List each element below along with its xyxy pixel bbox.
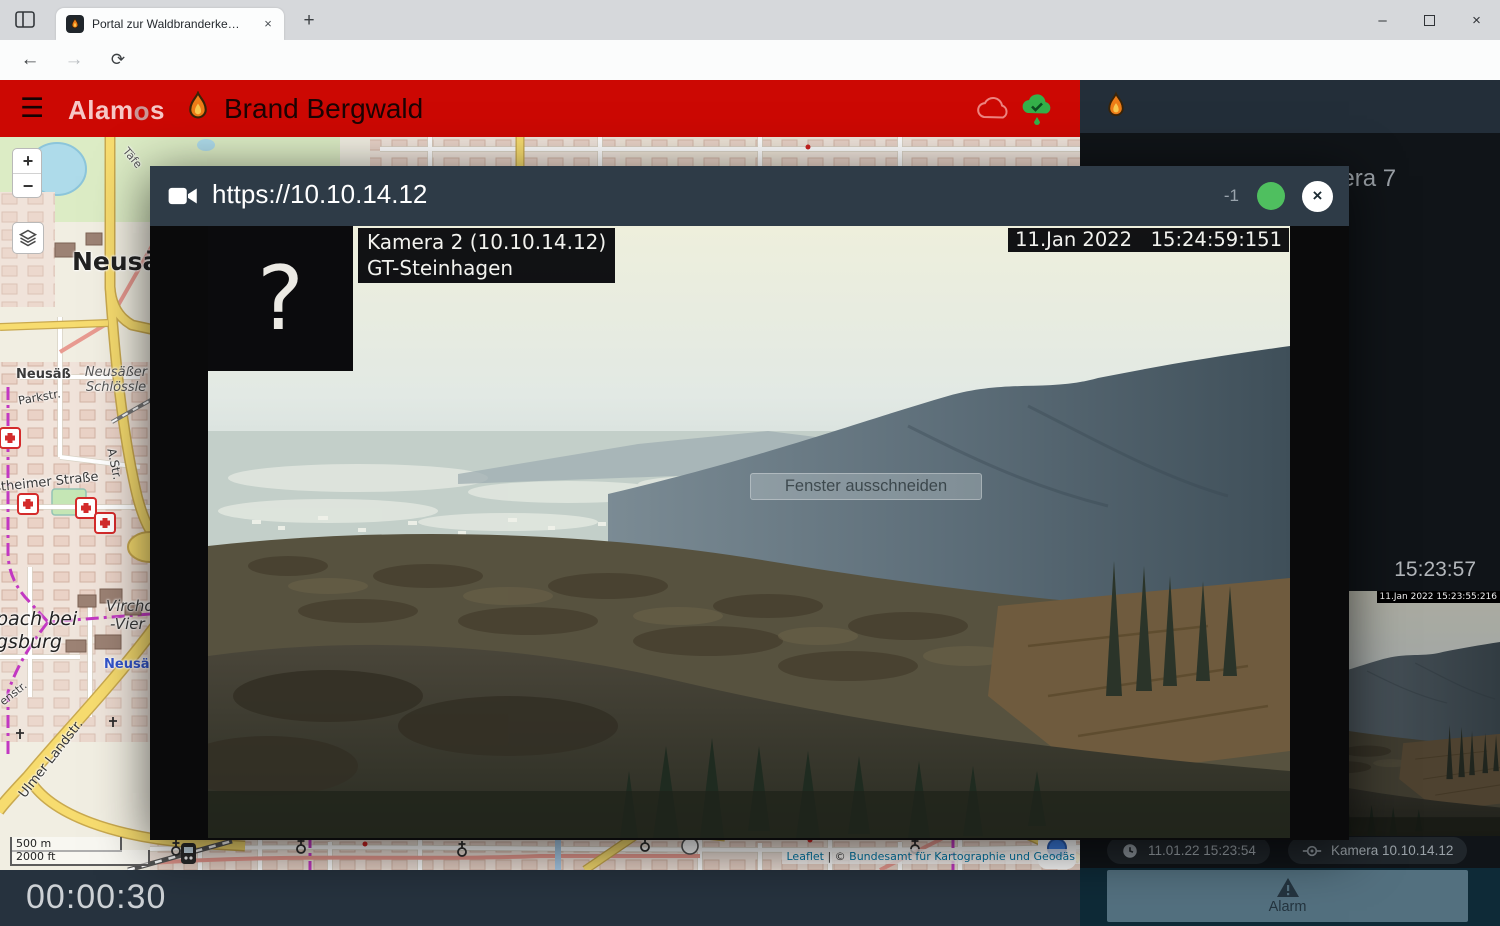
- attribution-link[interactable]: Bundesamt für Kartographie und Geodäs: [849, 850, 1075, 863]
- videocam-icon: [168, 184, 198, 208]
- minimize-button[interactable]: –: [1359, 0, 1406, 40]
- status-bar: 00:00:30: [0, 870, 1080, 926]
- window-close-button[interactable]: ×: [1453, 0, 1500, 40]
- alarm-button-label: Alarm: [1269, 899, 1307, 915]
- alamos-logo: Alamos: [68, 95, 165, 126]
- browser-tab[interactable]: Portal zur Waldbranderkennung ×: [56, 8, 284, 40]
- clock-icon: [1121, 842, 1139, 860]
- camera-overlay-line1: Kamera 2 (10.10.14.12): [367, 229, 606, 255]
- layers-icon: [18, 228, 38, 248]
- alarm-button[interactable]: Alarm: [1107, 870, 1468, 922]
- tab-title: Portal zur Waldbranderkennung: [92, 17, 244, 31]
- meta-camera: Kamera 10.10.14.12: [1331, 843, 1453, 858]
- camera-stream-modal: https://10.10.14.12 -1 × ? Kamera 2 (10.…: [150, 166, 1349, 840]
- meta-camera-pill: Kamera 10.10.14.12: [1288, 837, 1467, 864]
- page-title: Brand Bergwald: [224, 93, 423, 125]
- stream-placeholder: ?: [208, 226, 353, 371]
- question-mark-glyph: ?: [257, 247, 304, 350]
- zoom-in-button[interactable]: +: [13, 149, 42, 173]
- meta-time-pill: 11.01.22 15:23:54: [1107, 837, 1270, 864]
- app-header: ☰ Alamos Brand Bergwald: [0, 80, 1080, 137]
- map-zoom-control: + −: [12, 148, 42, 198]
- countdown-timer: 00:00:30: [26, 878, 166, 917]
- logo-o-glyph: o: [134, 96, 150, 127]
- map-attribution: Leaflet | © Bundesamt für Kartographie u…: [782, 849, 1081, 864]
- modal-header: https://10.10.14.12 -1 ×: [150, 166, 1349, 226]
- camera-stream[interactable]: ? Kamera 2 (10.10.14.12) GT-Steinhagen 1…: [208, 226, 1290, 838]
- window-controls: – ×: [1359, 0, 1500, 40]
- alarm-section: Alarm: [1080, 868, 1500, 926]
- map-scale-control: 500 m 2000 ft: [10, 837, 150, 866]
- zoom-out-button[interactable]: −: [13, 173, 42, 197]
- stream-counter: -1: [1224, 186, 1239, 206]
- cloud-offline-icon[interactable]: [973, 92, 1013, 124]
- leaflet-link[interactable]: Leaflet: [787, 850, 824, 863]
- status-dot[interactable]: [1257, 182, 1285, 210]
- stream-timestamp: 11.Jan 2022 15:24:59:151: [1008, 228, 1289, 252]
- modal-title: https://10.10.14.12: [212, 179, 427, 210]
- preview-time: 15:23:57: [1394, 558, 1476, 582]
- camera-meta-row: 11.01.22 15:23:54 Kamera 10.10.14.12: [1080, 837, 1500, 867]
- map-layers-button[interactable]: [12, 222, 44, 254]
- browser-titlebar: Portal zur Waldbranderkennung × + – ×: [0, 0, 1500, 40]
- tab-overview-icon[interactable]: [12, 10, 38, 30]
- scale-imperial: 2000 ft: [10, 850, 150, 866]
- maximize-icon: [1424, 15, 1435, 26]
- back-button[interactable]: ←: [12, 42, 48, 78]
- browser-toolbar: ← → ⟳ https://waldbrand.app/home?token=a…: [0, 40, 1500, 80]
- browser-window: Portal zur Waldbranderkennung × + – × ← …: [0, 0, 1500, 926]
- camera-overlay-line2: GT-Steinhagen: [367, 255, 606, 281]
- new-tab-button[interactable]: +: [298, 10, 320, 32]
- menu-icon[interactable]: ☰: [20, 93, 44, 123]
- reload-button[interactable]: ⟳: [100, 42, 136, 78]
- modal-close-button[interactable]: ×: [1302, 181, 1333, 212]
- tab-close-icon[interactable]: ×: [260, 16, 276, 32]
- meta-time: 11.01.22 15:23:54: [1148, 843, 1256, 858]
- maximize-button[interactable]: [1406, 0, 1453, 40]
- ptz-camera-icon: [1302, 843, 1322, 859]
- tab-favicon-flame-icon: [66, 15, 84, 33]
- warning-icon: [1276, 877, 1300, 898]
- sidebar-header: [1080, 80, 1500, 133]
- thumbnail-timestamp: 11.Jan 2022 15:23:55:216: [1377, 591, 1500, 603]
- camera-overlay-label: Kamera 2 (10.10.14.12) GT-Steinhagen: [358, 228, 615, 283]
- forward-button[interactable]: →: [56, 42, 92, 78]
- cloud-sync-ok-icon[interactable]: [1018, 90, 1056, 130]
- crop-window-button[interactable]: Fenster ausschneiden: [750, 473, 982, 500]
- map-station-icon: [181, 843, 196, 864]
- sidebar-flame-icon: [1102, 91, 1130, 121]
- flame-logo-icon: [182, 91, 214, 123]
